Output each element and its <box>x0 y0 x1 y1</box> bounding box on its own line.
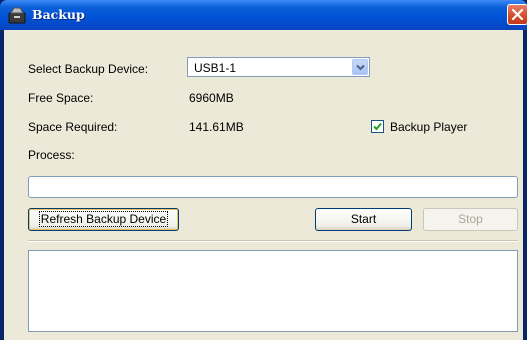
space-required-label: Space Required: <box>28 120 118 134</box>
checkmark-icon <box>373 122 382 131</box>
archive-box-icon <box>8 6 26 24</box>
select-device-label: Select Backup Device: <box>28 62 149 76</box>
close-button[interactable] <box>507 4 527 25</box>
backup-window: Backup Select Backup Device: USB1-1 Free… <box>0 0 527 340</box>
backup-device-select[interactable]: USB1-1 <box>187 57 370 77</box>
dropdown-arrow-button[interactable] <box>352 59 368 75</box>
chevron-down-icon <box>356 64 365 71</box>
window-title: Backup <box>32 7 85 22</box>
title-bar[interactable]: Backup <box>0 0 527 30</box>
free-space-value: 6960MB <box>189 91 234 105</box>
stop-button[interactable]: Stop <box>423 208 518 231</box>
backup-player-label[interactable]: Backup Player <box>390 120 467 134</box>
close-icon <box>511 8 524 21</box>
log-output-area[interactable] <box>28 250 518 332</box>
refresh-button-label: Refresh Backup Device <box>38 211 169 227</box>
backup-device-value: USB1-1 <box>194 61 237 75</box>
free-space-label: Free Space: <box>28 91 94 105</box>
refresh-backup-device-button[interactable]: Refresh Backup Device <box>28 208 179 231</box>
start-button[interactable]: Start <box>315 208 412 231</box>
process-label: Process: <box>28 148 75 162</box>
backup-progress-bar <box>28 176 518 198</box>
backup-player-checkbox[interactable] <box>371 120 384 133</box>
divider <box>28 240 518 242</box>
space-required-value: 141.61MB <box>189 120 244 134</box>
dialog-body: Select Backup Device: USB1-1 Free Space:… <box>4 30 523 340</box>
